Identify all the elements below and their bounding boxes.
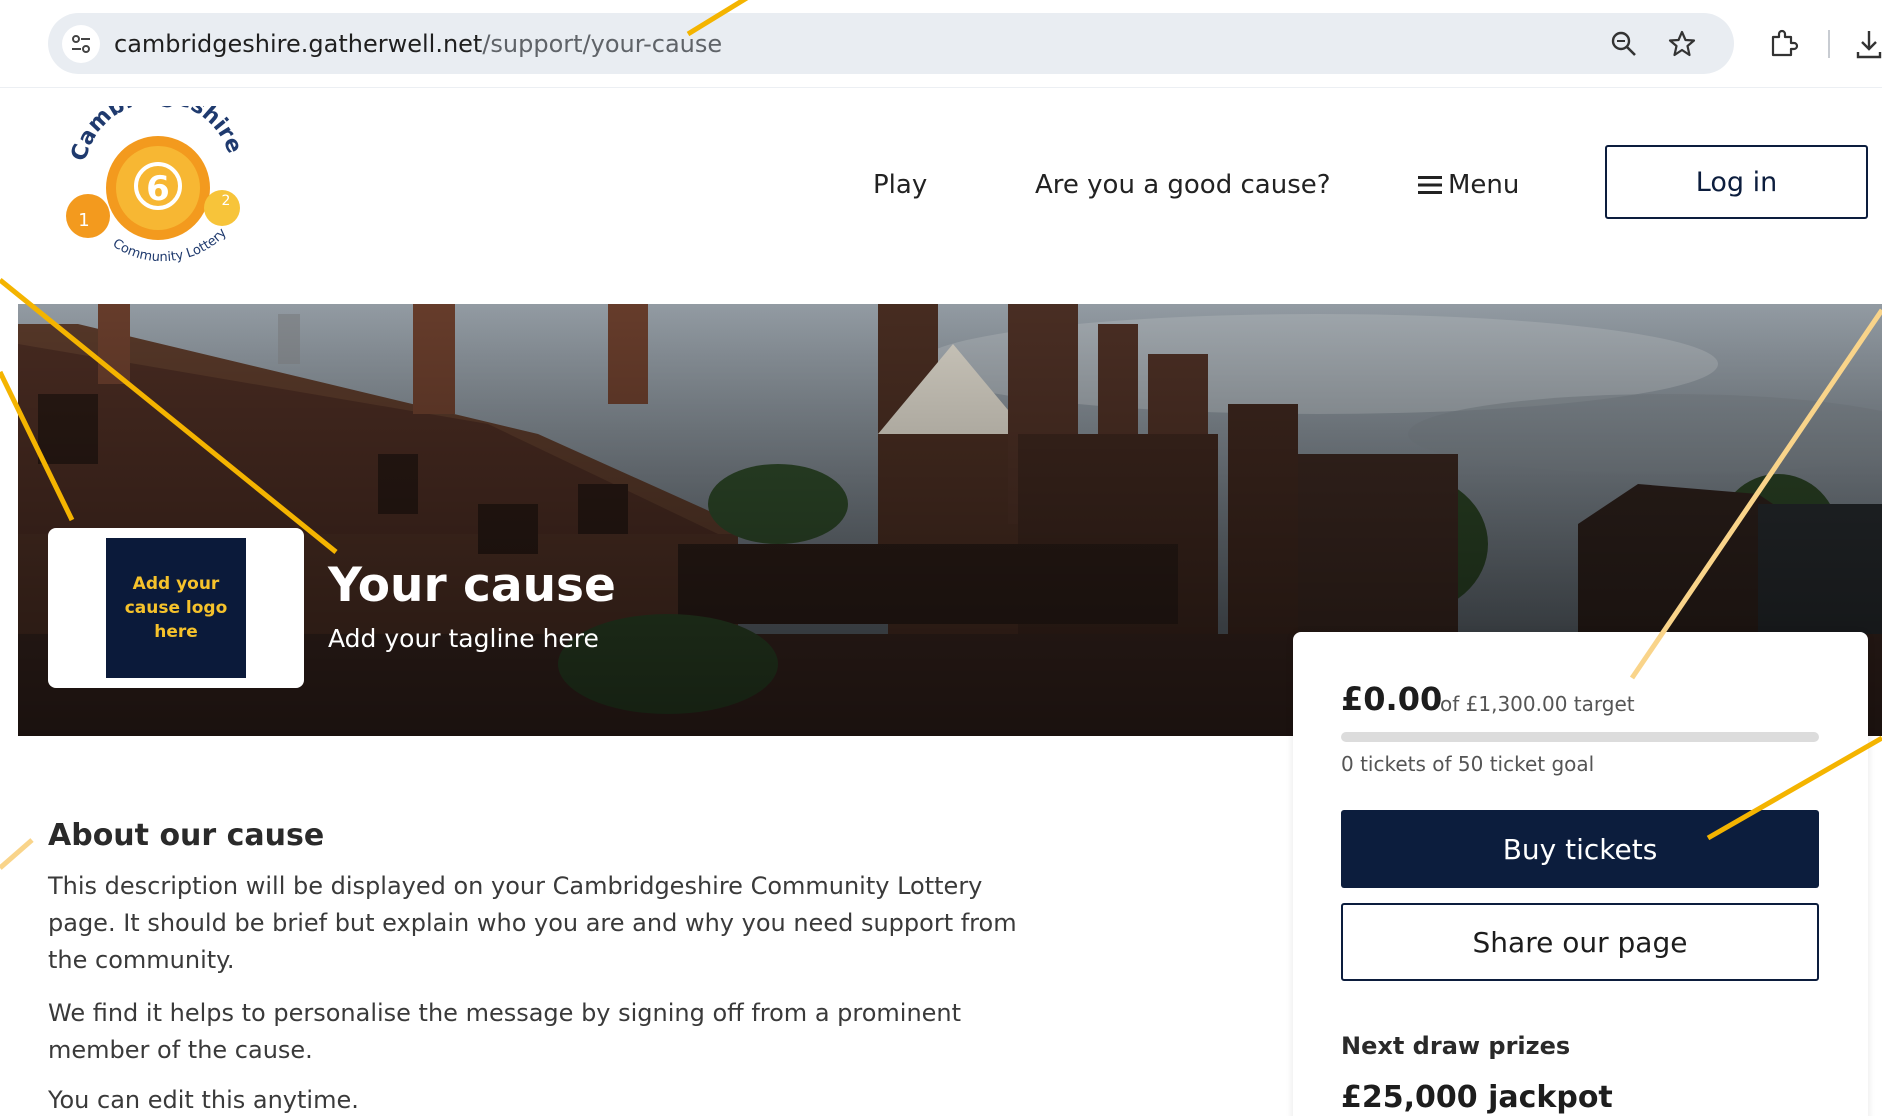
about-paragraph-3: You can edit this anytime.	[48, 1086, 359, 1114]
zoom-icon[interactable]	[1608, 28, 1640, 60]
url-path: /support/your-cause	[482, 30, 723, 58]
cause-tagline: Add your tagline here	[328, 624, 599, 653]
fundraising-progress-bar	[1341, 732, 1819, 742]
nav-menu-label: Menu	[1448, 170, 1520, 200]
about-paragraph-1: This description will be displayed on yo…	[48, 872, 1017, 974]
nav-good-cause[interactable]: Are you a good cause?	[1035, 170, 1331, 200]
buy-tickets-button[interactable]: Buy tickets	[1341, 810, 1819, 888]
amount-raised: £0.00	[1341, 680, 1443, 718]
hamburger-icon	[1418, 176, 1442, 194]
target-text: of £1,300.00 target	[1440, 692, 1635, 716]
toolbar-separator	[1828, 30, 1830, 58]
nav-menu[interactable]: Menu	[1418, 170, 1519, 200]
cause-logo-placeholder: Add your cause logo here	[106, 538, 246, 678]
site-info-icon[interactable]	[62, 25, 100, 63]
logo-small-ball-1: 1	[78, 210, 89, 231]
logo-small-ball-2: 2	[222, 193, 231, 209]
url-host: cambridgeshire.gatherwell.net	[114, 30, 483, 58]
cause-title: Your cause	[328, 558, 616, 613]
next-draw-prizes-label: Next draw prizes	[1341, 1032, 1571, 1060]
url-text[interactable]: cambridgeshire.gatherwell.net/support/yo…	[114, 30, 722, 58]
login-button[interactable]: Log in	[1605, 145, 1868, 219]
nav-play[interactable]: Play	[873, 170, 927, 200]
cambridgeshire-lottery-logo[interactable]: Cambridgeshire 6 1 2 Community Lottery	[62, 83, 252, 276]
ticket-goal-text: 0 tickets of 50 ticket goal	[1341, 752, 1595, 776]
download-icon[interactable]	[1852, 27, 1882, 61]
annotation-line-about	[0, 838, 34, 870]
share-page-button[interactable]: Share our page	[1341, 903, 1819, 981]
jackpot-amount: £25,000 jackpot	[1341, 1080, 1613, 1115]
about-heading: About our cause	[48, 818, 325, 853]
extensions-icon[interactable]	[1766, 27, 1800, 61]
logo-ball-number: 6	[146, 169, 170, 209]
cause-logo-card[interactable]: Add your cause logo here	[48, 528, 304, 688]
address-bar[interactable]: cambridgeshire.gatherwell.net/support/yo…	[48, 13, 1734, 74]
bookmark-star-icon[interactable]	[1666, 28, 1698, 60]
browser-chrome: cambridgeshire.gatherwell.net/support/yo…	[0, 0, 1882, 88]
about-paragraph-2: We find it helps to personalise the mess…	[48, 999, 962, 1064]
